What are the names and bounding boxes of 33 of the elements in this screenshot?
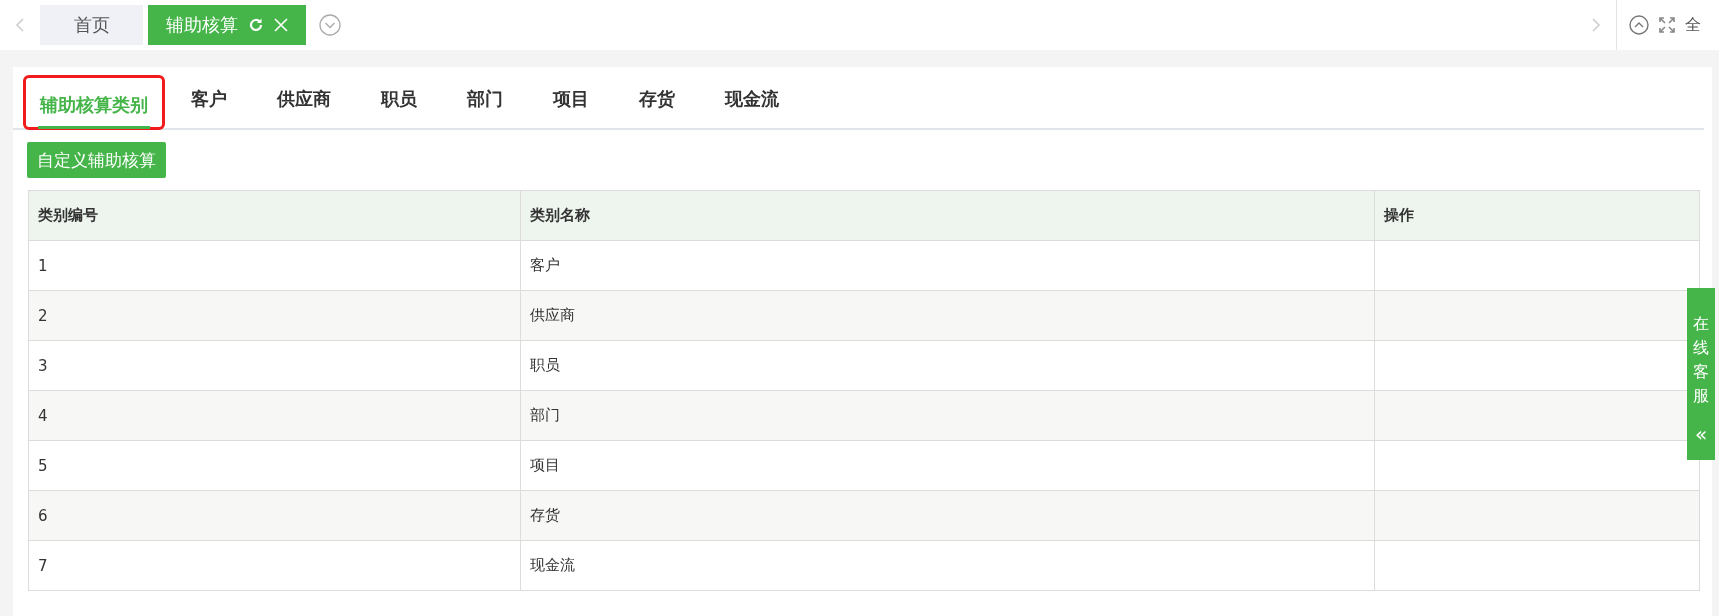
section-tab[interactable]: 供应商 [275, 71, 333, 130]
fullscreen-label[interactable]: 全 [1685, 14, 1701, 36]
table-cell: 客户 [520, 240, 1375, 291]
table-cell: 供应商 [520, 290, 1375, 341]
table-cell: 3 [28, 340, 521, 391]
section-tab[interactable]: 项目 [551, 71, 591, 130]
column-header: 类别名称 [520, 190, 1375, 241]
table-cell: 4 [28, 390, 521, 441]
table-cell: 2 [28, 290, 521, 341]
table-cell: 职员 [520, 340, 1375, 391]
refresh-icon[interactable] [248, 17, 264, 33]
table-cell: 5 [28, 440, 521, 491]
close-icon[interactable] [274, 18, 288, 32]
section-tab[interactable]: 存货 [637, 71, 677, 130]
page-tab[interactable]: 首页 [40, 5, 143, 45]
table-cell: 项目 [520, 440, 1375, 491]
table-cell: 现金流 [520, 540, 1375, 591]
dropdown-circle-icon[interactable] [319, 14, 341, 36]
section-tab[interactable]: 现金流 [723, 71, 781, 130]
section-tab[interactable]: 职员 [379, 71, 419, 130]
table-cell: 6 [28, 490, 521, 541]
table-cell: 部门 [520, 390, 1375, 441]
table-cell: 存货 [520, 490, 1375, 541]
fullscreen-icon[interactable] [1659, 17, 1675, 33]
page-tab-label: 首页 [73, 13, 110, 37]
page-tab-label: 辅助核算 [166, 13, 238, 37]
table-cell: 7 [28, 540, 521, 591]
section-tab[interactable]: 部门 [465, 71, 505, 130]
section-tab[interactable]: 客户 [189, 71, 229, 130]
collapse-circle-icon[interactable] [1629, 15, 1649, 35]
column-header: 操作 [1374, 190, 1700, 241]
table-cell: 1 [28, 240, 521, 291]
column-header: 类别编号 [28, 190, 521, 241]
